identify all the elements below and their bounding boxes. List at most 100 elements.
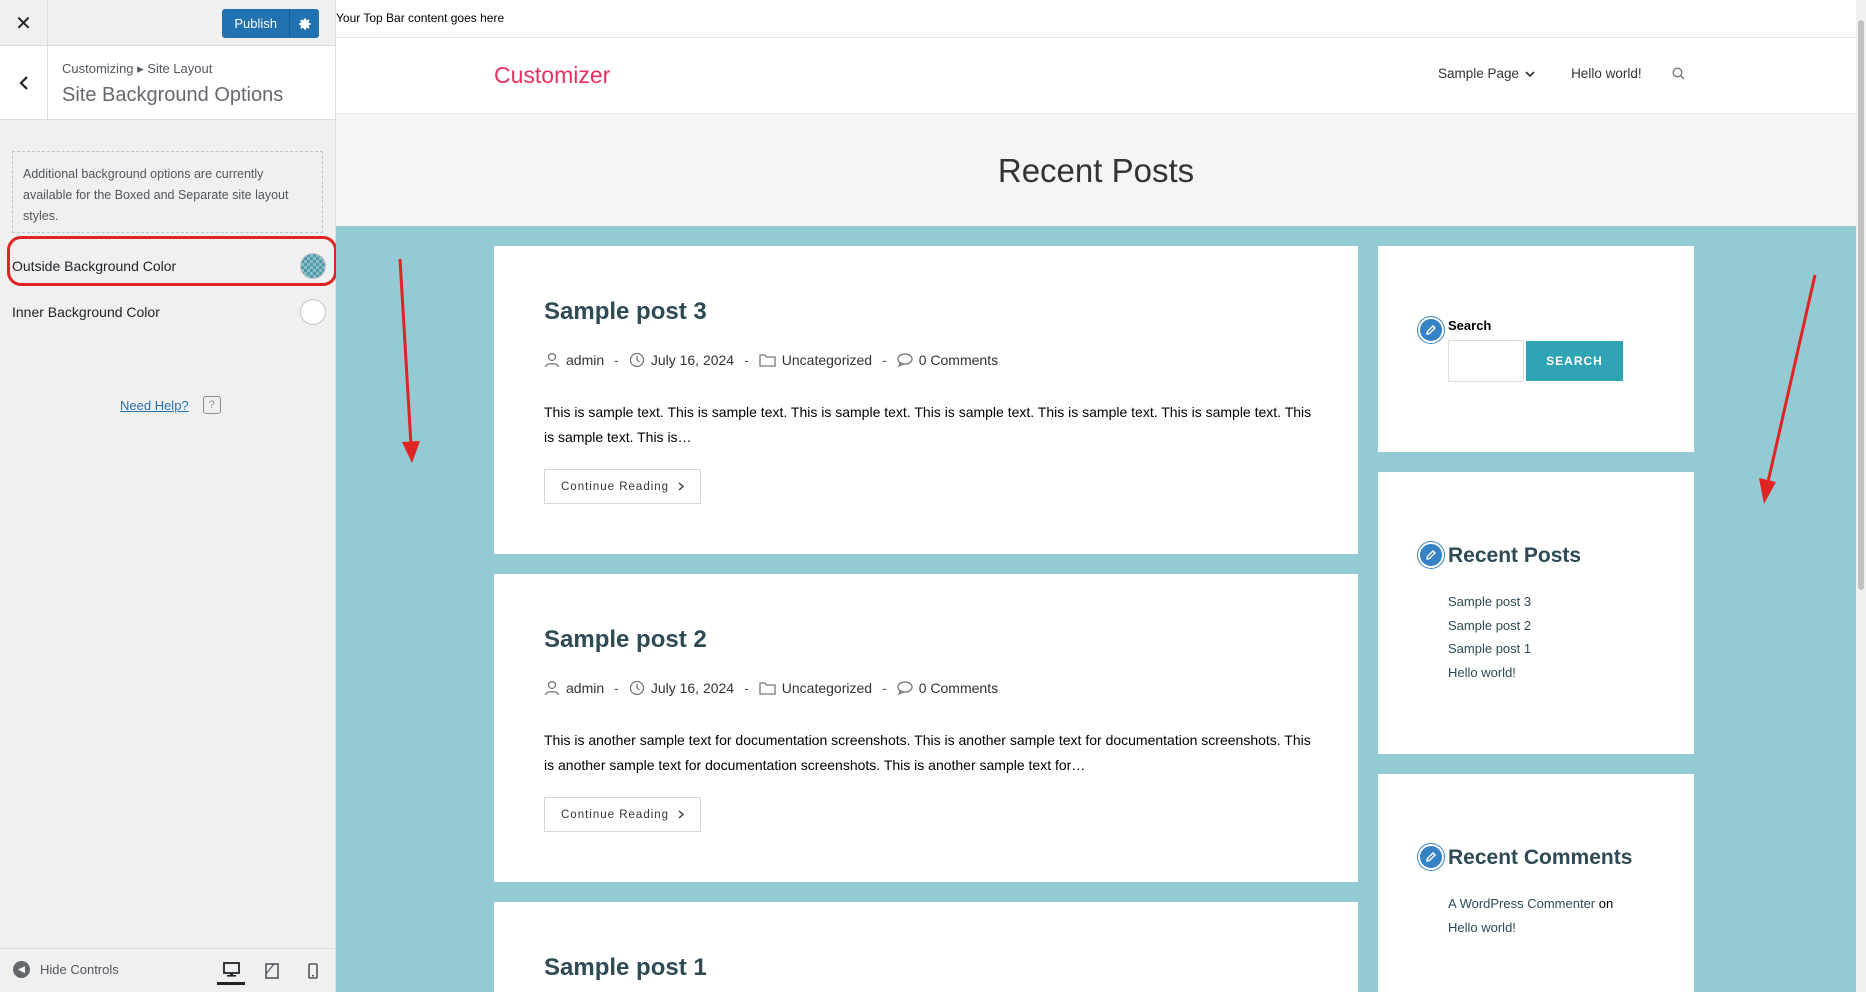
nav-item-sample-page[interactable]: Sample Page [1438,66,1535,81]
folder-icon [759,354,776,367]
post-meta: admin - July 16, 2024 - Uncategorized - … [544,352,998,368]
need-help-link[interactable]: Need Help? [120,398,189,413]
preview-scrollbar[interactable] [1856,0,1866,992]
help-row: Need Help? ? [120,396,221,414]
outside-background: Sample post 3 admin - July 16, 2024 - Un… [336,226,1856,992]
layout-notice: Additional background options are curren… [12,151,323,233]
page-title: Recent Posts [997,152,1195,189]
post-title[interactable]: Sample post 3 [544,298,707,326]
meta-separator: - [614,680,619,696]
post-author[interactable]: admin [566,680,604,696]
edit-widget-button[interactable] [1418,317,1444,343]
nav-item-label: Hello world! [1571,66,1642,81]
user-icon [544,680,560,696]
customizer-header: ✕ Publish [0,0,335,46]
annotation-highlight [7,236,337,286]
site-title[interactable]: Customizer [494,62,610,89]
commenter-link[interactable]: A WordPress Commenter [1448,896,1595,911]
post-card: Sample post 3 admin - July 16, 2024 - Un… [494,246,1358,554]
desktop-icon [222,962,240,977]
preview-mobile-button[interactable] [299,957,327,985]
customizer-sidebar: ✕ Publish Customizing ▸ Site Layout Site… [0,0,337,992]
post-category[interactable]: Uncategorized [782,352,872,368]
mobile-icon [308,963,318,979]
inner-background-swatch[interactable] [300,299,326,325]
post-excerpt: This is sample text. This is sample text… [544,404,1312,445]
chevron-left-icon [18,75,28,90]
recent-posts-widget: Recent Posts Sample post 3 Sample post 2… [1378,472,1694,754]
search-input[interactable] [1448,340,1524,382]
section-header: Customizing ▸ Site Layout Site Backgroun… [0,46,335,120]
list-item[interactable]: Sample post 2 [1448,614,1531,638]
site-header: Customizer Sample Page Hello world! [336,38,1856,114]
widget-title: Recent Posts [1448,544,1582,567]
inner-background-control[interactable]: Inner Background Color [12,292,326,332]
pencil-icon [1426,852,1436,862]
meta-separator: - [882,352,887,368]
continue-reading-button[interactable]: Continue Reading [544,797,702,832]
comment-icon [897,353,913,367]
search-button[interactable]: SEARCH [1526,341,1623,381]
top-bar-text: Your Top Bar content goes here [336,11,505,25]
post-category[interactable]: Uncategorized [782,680,872,696]
recent-comments-widget: Recent Comments A WordPress Commenter on… [1378,774,1694,992]
pencil-icon [1426,550,1436,560]
post-card: Sample post 1 [494,902,1358,992]
clock-icon [629,352,644,368]
search-icon [1672,67,1685,80]
recent-comments-list: A WordPress Commenter on Hello world! [1448,892,1648,939]
list-item[interactable]: Sample post 3 [1448,590,1531,614]
preview-tablet-button[interactable] [258,957,286,985]
nav-search-button[interactable] [1672,67,1685,80]
page-header: Recent Posts [336,114,1856,226]
comment-icon [897,681,913,695]
post-author[interactable]: admin [566,352,604,368]
chevron-right-icon [678,482,685,491]
post-title[interactable]: Sample post 1 [544,954,707,982]
tablet-icon [265,963,279,979]
meta-separator: - [744,352,749,368]
gear-icon [298,17,311,30]
pencil-icon [1426,325,1436,335]
post-comments[interactable]: 0 Comments [919,352,998,368]
scroll-thumb[interactable] [1858,20,1864,590]
comment-post-link[interactable]: Hello world! [1448,920,1516,935]
preview-desktop-button[interactable] [217,957,245,985]
edit-widget-button[interactable] [1418,844,1444,870]
hide-controls-button[interactable]: ◀ Hide Controls [13,961,119,978]
post-date: July 16, 2024 [650,680,735,696]
section-title: Site Background Options [62,84,284,106]
recent-posts-list: Sample post 3 Sample post 2 Sample post … [1448,590,1531,684]
continue-reading-button[interactable]: Continue Reading [544,469,702,504]
clock-icon [629,680,644,696]
collapse-icon: ◀ [13,961,30,978]
edit-widget-button[interactable] [1418,542,1444,568]
post-meta: admin - July 16, 2024 - Uncategorized - … [544,680,998,696]
publish-group: Publish [222,9,319,38]
list-item[interactable]: Sample post 1 [1448,637,1531,661]
post-date: July 16, 2024 [650,352,735,368]
post-card: Sample post 2 admin - July 16, 2024 - Un… [494,574,1358,882]
publish-button[interactable]: Publish [222,9,289,38]
post-comments[interactable]: 0 Comments [919,680,998,696]
post-title[interactable]: Sample post 2 [544,626,707,654]
help-icon[interactable]: ? [202,396,221,414]
chevron-down-icon [1525,70,1535,77]
site-preview: Your Top Bar content goes here Customize… [336,0,1856,992]
nav-item-hello-world[interactable]: Hello world! [1571,66,1642,81]
list-item[interactable]: Hello world! [1448,661,1531,685]
chevron-right-icon [678,810,685,819]
top-bar: Your Top Bar content goes here [336,0,1856,38]
publish-settings-button[interactable] [289,9,319,38]
meta-separator: - [882,680,887,696]
customizer-footer: ◀ Hide Controls [0,948,335,992]
on-word: on [1598,896,1614,911]
meta-separator: - [744,680,749,696]
hide-controls-label: Hide Controls [40,962,119,977]
folder-icon [759,682,776,695]
close-customizer-button[interactable]: ✕ [0,0,48,46]
back-button[interactable] [0,46,48,119]
close-icon: ✕ [15,12,32,35]
meta-separator: - [614,352,619,368]
inner-background-label: Inner Background Color [12,304,160,320]
